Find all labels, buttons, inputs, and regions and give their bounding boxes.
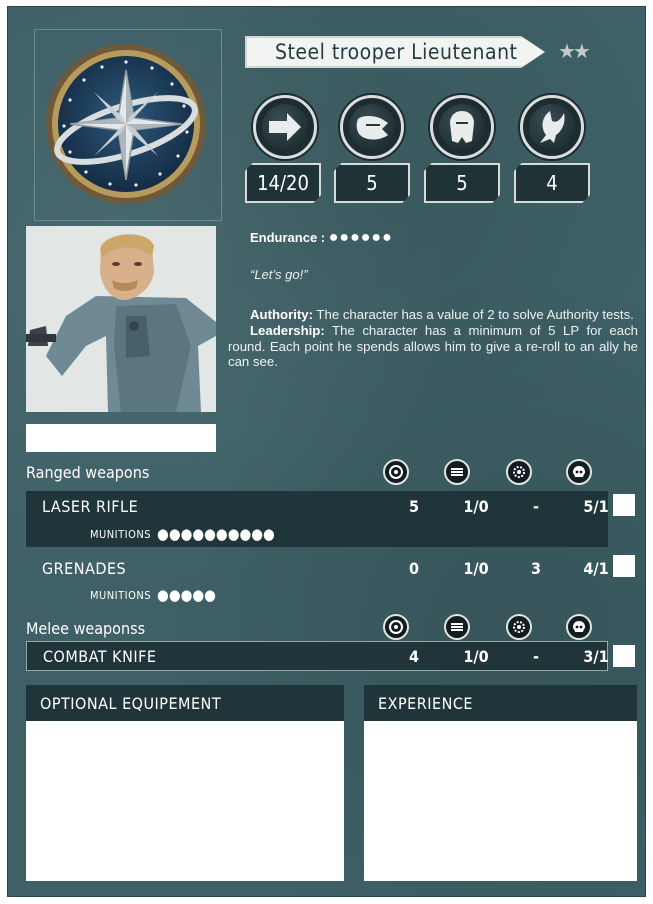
- character-name: Steel trooper Lieutenant: [275, 40, 518, 64]
- skull-icon: [566, 459, 592, 485]
- weapon-stat-damage: 5/1: [583, 496, 609, 516]
- weapon-row-combat-knife: COMBAT KNIFE 4 1/0 - 3/1: [26, 641, 609, 671]
- skull-icon: [566, 614, 592, 640]
- rate-of-fire-icon: [444, 614, 470, 640]
- ability-text: The character has a value of 2 to solve …: [313, 307, 634, 322]
- experience-area[interactable]: [364, 721, 637, 881]
- ability-name: Leadership:: [250, 322, 325, 338]
- optional-equipment-area[interactable]: [26, 721, 344, 881]
- weapon-stat-damage: 4/1: [583, 558, 609, 578]
- weapon-name: GRENADES: [42, 558, 127, 578]
- weapon-stat-blast: -: [533, 646, 539, 666]
- stat-movement-value: 14/20: [245, 163, 321, 203]
- munitions-dots[interactable]: ●●●●●: [157, 586, 216, 604]
- movement-arrow-icon: [253, 95, 317, 159]
- miniature-photo: [26, 226, 216, 412]
- faction-emblem-icon: [46, 44, 206, 204]
- endurance-label: Endurance :: [250, 230, 326, 245]
- defense-armor-icon: [430, 95, 494, 159]
- stat-defense-value: 5: [424, 163, 500, 203]
- weapon-stat-blast: 3: [530, 558, 541, 578]
- target-icon: [383, 459, 409, 485]
- character-title-plate: Steel trooper Lieutenant: [245, 36, 545, 68]
- blast-icon: [506, 614, 532, 640]
- emblem-frame: [34, 29, 222, 221]
- experience-panel: EXPERIENCE: [364, 685, 637, 881]
- weapon-name: LASER RIFLE: [42, 496, 139, 516]
- weapon-checkbox-grenades[interactable]: [613, 555, 635, 577]
- target-icon: [383, 614, 409, 640]
- combat-fist-icon: [340, 95, 404, 159]
- ability-name: Authority:: [250, 307, 313, 322]
- soldier-figure-icon: [26, 226, 216, 412]
- character-quote: “Let’s go!”: [250, 267, 308, 282]
- ability-leadership: Leadership: The character has a minimum …: [228, 323, 638, 370]
- weapon-row-grenades: GRENADES 0 1/0 3 4/1: [26, 553, 609, 583]
- weapon-stat-rof: 1/0: [463, 646, 489, 666]
- weapon-stat-rof: 1/0: [463, 496, 489, 516]
- munitions-laser-rifle: MUNITIONS ●●●●●●●●●●: [90, 525, 275, 543]
- weapon-row-laser-rifle: LASER RIFLE 5 1/0 - 5/1: [26, 491, 609, 521]
- weapon-checkbox-combat-knife[interactable]: [613, 645, 635, 667]
- melee-weapons-label: Melee weaponss: [26, 619, 146, 638]
- optional-equipment-header: OPTIONAL EQUIPEMENT: [26, 685, 344, 721]
- name-input-box[interactable]: [26, 424, 216, 452]
- weapon-checkbox-laser-rifle[interactable]: [613, 494, 635, 516]
- munitions-label: MUNITIONS: [90, 588, 152, 602]
- munitions-grenades: MUNITIONS ●●●●●: [90, 586, 216, 604]
- rank-stars: ★★: [558, 39, 591, 63]
- experience-header: EXPERIENCE: [364, 685, 637, 721]
- optional-equipment-panel: OPTIONAL EQUIPEMENT: [26, 685, 344, 881]
- character-card: Steel trooper Lieutenant ★★ 14/20 5 5 4 …: [7, 6, 646, 897]
- stat-willpower-value: 4: [514, 163, 590, 203]
- weapon-stat-rof: 1/0: [463, 558, 489, 578]
- munitions-label: MUNITIONS: [90, 527, 152, 541]
- rate-of-fire-icon: [444, 459, 470, 485]
- weapon-name: COMBAT KNIFE: [43, 646, 157, 666]
- ability-authority: Authority: The character has a value of …: [228, 307, 638, 323]
- stat-combat-value: 5: [334, 163, 410, 203]
- weapon-stat-damage: 3/1: [583, 646, 609, 666]
- willpower-claw-icon: [520, 95, 584, 159]
- weapon-stat-range: 4: [408, 646, 419, 666]
- endurance-track: Endurance : ●●●●●●: [250, 229, 393, 247]
- blast-icon: [506, 459, 532, 485]
- abilities-text: Authority: The character has a value of …: [228, 307, 638, 370]
- endurance-dots[interactable]: ●●●●●●: [329, 229, 393, 246]
- weapon-stat-blast: -: [533, 496, 539, 516]
- munitions-dots[interactable]: ●●●●●●●●●●: [157, 525, 275, 543]
- weapon-stat-range: 0: [408, 558, 419, 578]
- weapon-stat-range: 5: [408, 496, 419, 516]
- ranged-weapons-label: Ranged weapons: [26, 463, 150, 482]
